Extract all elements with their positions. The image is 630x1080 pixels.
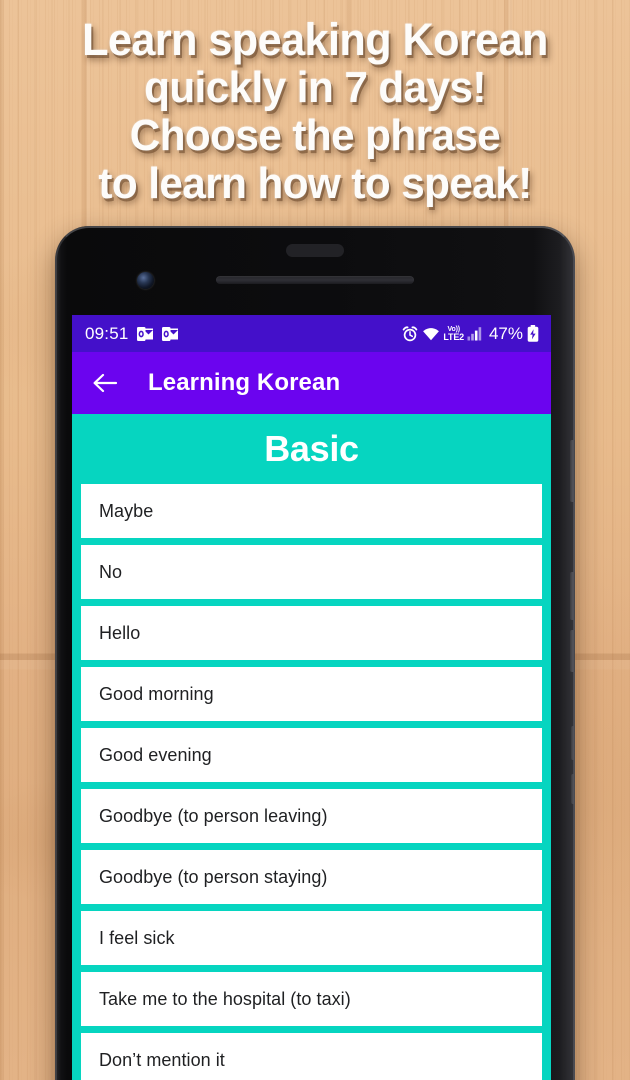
list-item[interactable]: Take me to the hospital (to taxi): [81, 972, 542, 1026]
phrase-label: Goodbye (to person staying): [99, 866, 328, 887]
side-button-extra-2[interactable]: [571, 774, 575, 804]
outlook-mail-icon: [136, 326, 153, 341]
volte-bottom-label: LTE2: [443, 331, 464, 342]
back-button[interactable]: [90, 368, 120, 398]
status-time: 09:51: [85, 323, 129, 343]
phrase-label: Goodbye (to person leaving): [99, 805, 328, 826]
volte-icon: Vo)) LTE2: [443, 326, 464, 342]
phrase-label: I feel sick: [99, 927, 175, 948]
app-bar: Learning Korean: [72, 352, 551, 414]
phrase-label: Good morning: [99, 683, 214, 704]
list-item[interactable]: Don’t mention it: [81, 1033, 542, 1080]
battery-percent-label: 47%: [488, 323, 523, 343]
section-title: Basic: [264, 428, 359, 469]
volume-up-button[interactable]: [570, 572, 575, 620]
phrase-label: Good evening: [99, 744, 212, 765]
phone-screen: 09:51 Vo)) LTE2 47% Learning Korean Basi…: [72, 315, 551, 1080]
section-header: Basic: [72, 414, 551, 484]
list-item[interactable]: Good morning: [81, 667, 542, 721]
battery-icon: [527, 325, 539, 342]
list-item[interactable]: Goodbye (to person staying): [81, 850, 542, 904]
status-bar-left: 09:51: [85, 324, 179, 344]
list-item[interactable]: No: [81, 545, 542, 599]
list-item[interactable]: Goodbye (to person leaving): [81, 789, 542, 843]
side-button-extra[interactable]: [571, 726, 575, 760]
phrase-label: No: [99, 561, 123, 582]
front-camera-icon: [137, 272, 154, 289]
proximity-sensor-slot: [286, 244, 344, 257]
outlook-mail-icon: [161, 326, 178, 341]
list-item[interactable]: Hello: [81, 606, 542, 660]
status-bar-right: Vo)) LTE2 47%: [402, 324, 539, 344]
phrase-list[interactable]: Maybe No Hello Good morning Good evening…: [72, 484, 551, 1080]
signal-bars-icon: [467, 327, 482, 341]
phrase-label: Don’t mention it: [99, 1049, 225, 1070]
alarm-icon: [403, 325, 418, 341]
phone-device-frame: 09:51 Vo)) LTE2 47% Learning Korean Basi…: [55, 226, 575, 1080]
list-item[interactable]: Maybe: [81, 484, 542, 538]
phrase-label: Hello: [99, 622, 141, 643]
list-item[interactable]: I feel sick: [81, 911, 542, 965]
volume-down-button[interactable]: [570, 630, 575, 672]
earpiece-speaker: [216, 276, 414, 284]
wifi-icon: [423, 327, 440, 341]
status-bar: 09:51 Vo)) LTE2 47%: [72, 315, 551, 352]
list-item[interactable]: Good evening: [81, 728, 542, 782]
phrase-label: Take me to the hospital (to taxi): [99, 988, 351, 1009]
app-bar-title: Learning Korean: [148, 369, 341, 396]
phrase-label: Maybe: [99, 500, 154, 521]
arrow-left-icon: [93, 373, 118, 393]
power-button[interactable]: [570, 440, 575, 502]
